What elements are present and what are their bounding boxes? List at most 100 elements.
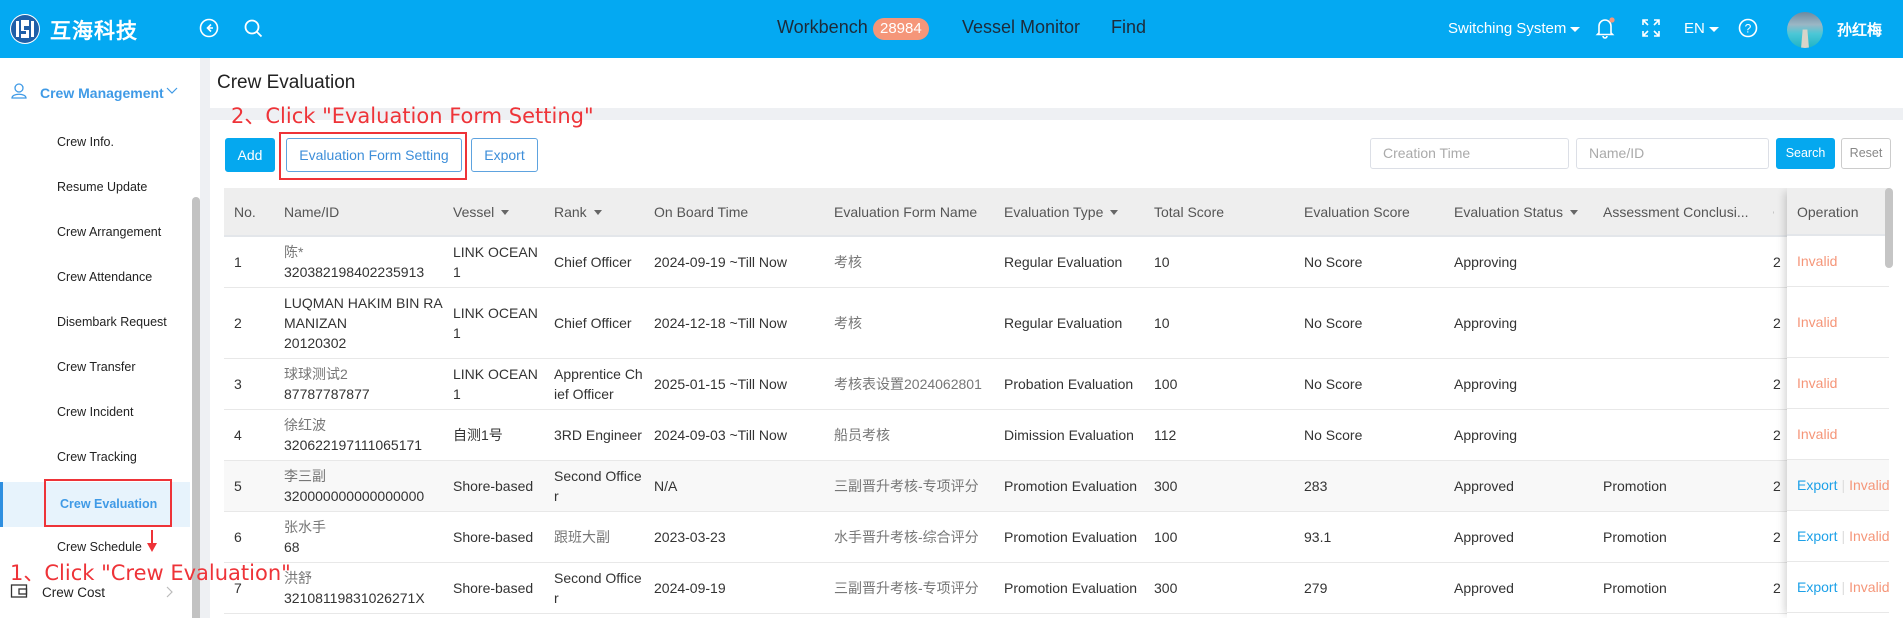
column-header-evaluation-type[interactable]: Evaluation Type [994,188,1144,237]
table-row[interactable]: 3 球球测试2 87787787877 LINK OCEAN 1 Apprentice … [224,358,1889,410]
fullscreen-icon[interactable] [1640,17,1662,39]
cell-name-id: 球球测试2 87787787877 [274,358,443,410]
cell-evaluation-type: Dimission Evaluation [994,409,1144,461]
caret-down-icon [1570,26,1581,32]
filter-caret-icon[interactable] [501,210,510,216]
back-circle-icon[interactable] [198,17,220,39]
table-row[interactable]: 2 LUQMAN HAKIM BIN RAMANIZAN 20120302 LINK … [224,287,1889,359]
sidebar-group-crew-management[interactable]: Crew Management [0,80,190,110]
sidebar-group-label: Crew Cost [42,585,106,600]
sidebar-item-crew-tracking[interactable]: Crew Tracking [0,435,190,480]
cell-on-board-time: 2024-09-19 ~Till Now [644,236,824,288]
cell-vessel: LINK OCEAN 1 [443,287,544,359]
crew-id: 32108119831026271X [284,589,425,606]
filter-caret-icon[interactable] [1110,210,1119,216]
operation-cell: Invalid [1787,409,1889,460]
cell-evaluation-status: Approving [1444,358,1593,410]
cell-assessment-conclusion: Promotion [1593,562,1763,614]
invalid-link[interactable]: Invalid [1797,314,1837,330]
language-dropdown[interactable]: EN [1684,20,1719,37]
invalid-link[interactable]: Invalid [1849,579,1889,595]
cell-evaluation-score: No Score [1294,409,1444,461]
divider: | [1841,477,1846,493]
invalid-link[interactable]: Invalid [1849,477,1889,493]
operation-cell: Invalid [1787,287,1889,358]
export-button[interactable]: Export [471,138,538,172]
divider: | [1841,528,1846,544]
cell-hidden: 2 [1763,358,1781,410]
search-button[interactable]: Search [1776,138,1835,169]
cell-evaluation-score: 93.1 [1294,511,1444,563]
cell-evaluation-status: Approved [1444,562,1593,614]
creation-time-input[interactable]: Creation Time [1370,138,1569,169]
table-row[interactable]: 7 洪舒 32108119831026271X Shore-based Second O… [224,562,1889,614]
filter-caret-icon[interactable] [593,210,602,216]
invalid-link[interactable]: Invalid [1797,375,1837,391]
sidebar-item-crew-transfer[interactable]: Crew Transfer [0,345,190,390]
nav-vessel-monitor[interactable]: Vessel Monitor [962,17,1080,38]
invalid-link[interactable]: Invalid [1797,426,1837,442]
table-row[interactable]: 1 陈* 320382198402235913 LINK OCEAN 1 Chief O… [224,236,1889,288]
cell-assessment-conclusion [1593,358,1763,410]
search-icon[interactable] [242,17,264,39]
sidebar: Crew Management Crew Info. Resume Update… [0,58,200,618]
filter-caret-icon[interactable] [1569,210,1578,216]
annotation-highlight-form-setting [279,132,467,180]
sidebar-item-crew-info[interactable]: Crew Info. [0,120,190,165]
nav-workbench[interactable]: Workbench [777,17,868,38]
reset-button[interactable]: Reset [1841,138,1891,169]
notification-bell-icon[interactable] [1593,16,1615,39]
username[interactable]: 孙红梅 [1837,19,1882,40]
crew-name: 李三副 [284,467,326,484]
cell-name-id: 陈* 320382198402235913 [274,236,443,288]
sidebar-item-label: Crew Tracking [57,450,137,464]
user-avatar[interactable] [1787,12,1823,48]
cell-evaluation-score: 283 [1294,460,1444,512]
invalid-link[interactable]: Invalid [1849,528,1889,544]
operation-cell: Export | Invalid [1787,460,1889,511]
help-icon[interactable]: ? [1737,17,1759,39]
crew-id: 68 [284,538,300,555]
switching-system-dropdown[interactable]: Switching System [1448,20,1581,37]
cell-evaluation-type: Probation Evaluation [994,358,1144,410]
export-link[interactable]: Export [1797,579,1837,595]
cell-hidden: 2 [1763,562,1781,614]
chevron-right-icon [164,585,174,602]
invalid-link[interactable]: Invalid [1797,253,1837,269]
table-row[interactable]: 6 张水手 68 Shore-based 跟班大副 2023-03-23 水手晋升考核-综合… [224,511,1889,563]
language-label: EN [1684,20,1705,37]
cell-evaluation-status: Approving [1444,236,1593,288]
operation-column-fixed: Operation Invalid Invalid Invalid Invalid Ex… [1787,188,1889,618]
cell-assessment-conclusion: Promotion [1593,511,1763,563]
sidebar-item-label: Crew Attendance [57,270,153,284]
table-scrollbar[interactable] [1885,188,1893,268]
cell-evaluation-score: No Score [1294,236,1444,288]
sidebar-item-crew-arrangement[interactable]: Crew Arrangement [0,210,190,255]
export-link[interactable]: Export [1797,528,1837,544]
cell-on-board-time: 2024-12-18 ~Till Now [644,287,824,359]
cell-evaluation-type: Regular Evaluation [994,287,1144,359]
sidebar-scrollbar[interactable] [192,197,200,618]
column-header-rank[interactable]: Rank [544,188,644,237]
cell-hidden: 2 [1763,409,1781,461]
sidebar-item-crew-attendance[interactable]: Crew Attendance [0,255,190,300]
export-link[interactable]: Export [1797,477,1837,493]
nav-find[interactable]: Find [1111,17,1146,38]
column-header-label: Evaluation Status [1454,203,1563,220]
sidebar-item-resume-update[interactable]: Resume Update [0,165,190,210]
column-header-evaluation-status[interactable]: Evaluation Status [1444,188,1593,237]
cell-total-score: 300 [1144,562,1294,614]
table-row[interactable]: 5 李三副 320000000000000000 Shore-based Second … [224,460,1889,512]
column-header-vessel[interactable]: Vessel [443,188,544,237]
add-button[interactable]: Add [225,138,275,172]
divider: | [1841,579,1846,595]
cell-evaluation-status: Approving [1444,287,1593,359]
cell-rank: Second Officer [544,562,644,614]
name-id-input[interactable]: Name/ID [1576,138,1769,169]
sidebar-item-crew-incident[interactable]: Crew Incident [0,390,190,435]
cell-total-score: 10 [1144,287,1294,359]
cell-evaluation-status: Approving [1444,409,1593,461]
cell-total-score: 100 [1144,511,1294,563]
sidebar-item-disembark-request[interactable]: Disembark Request [0,300,190,345]
table-row[interactable]: 4 徐红波 320622197111065171 自测1号 3RD Engineer 20… [224,409,1889,461]
